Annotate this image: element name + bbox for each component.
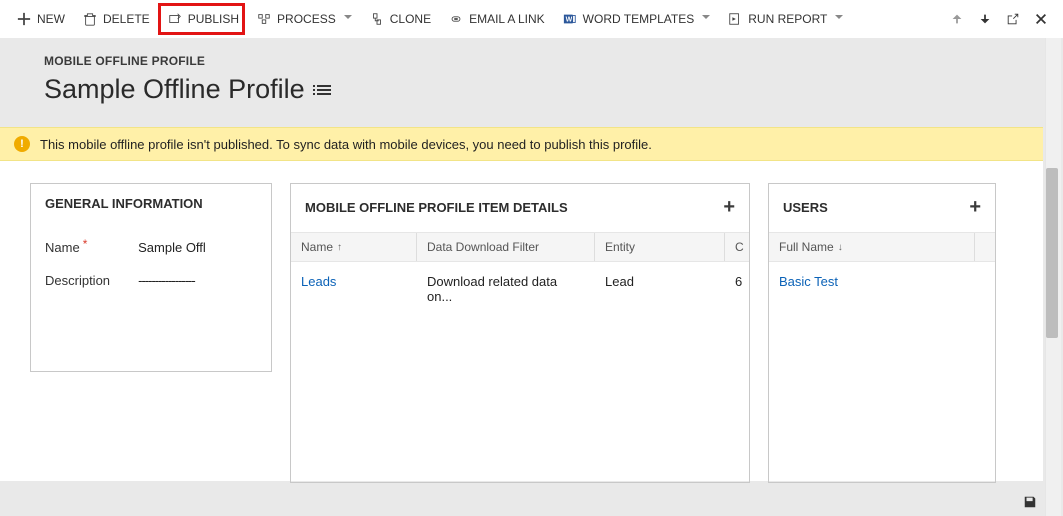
add-user-button[interactable]: + — [969, 196, 981, 219]
title-menu-icon[interactable] — [317, 85, 331, 95]
notification-bar: ! This mobile offline profile isn't publ… — [0, 127, 1043, 161]
report-icon — [728, 12, 742, 26]
scrollbar-thumb[interactable] — [1046, 168, 1058, 338]
delete-button[interactable]: DELETE — [74, 0, 159, 38]
table-row[interactable]: Leads Download related data on... Lead 6 — [291, 262, 749, 316]
items-heading: MOBILE OFFLINE PROFILE ITEM DETAILS — [305, 200, 568, 215]
chevron-down-icon — [344, 15, 352, 23]
scrollbar-track[interactable] — [1045, 38, 1061, 516]
breadcrumb: MOBILE OFFLINE PROFILE — [44, 54, 1063, 68]
item-name-link[interactable]: Leads — [291, 262, 417, 316]
word-icon: W — [563, 12, 577, 26]
nav-down-button[interactable] — [971, 0, 999, 38]
main-area: MOBILE OFFLINE PROFILE Sample Offline Pr… — [0, 38, 1063, 516]
users-table-header: Full Name↓ — [769, 232, 995, 262]
page-title-row: Sample Offline Profile — [44, 74, 1063, 105]
clone-icon — [370, 12, 384, 26]
word-templates-button[interactable]: W WORD TEMPLATES — [554, 0, 720, 38]
sort-desc-icon: ↓ — [838, 242, 843, 253]
header-block: MOBILE OFFLINE PROFILE Sample Offline Pr… — [0, 38, 1063, 105]
name-label: Name — [45, 240, 138, 255]
process-icon — [257, 12, 271, 26]
process-button[interactable]: PROCESS — [248, 0, 361, 38]
clone-button[interactable]: CLONE — [361, 0, 440, 38]
form-content: GENERAL INFORMATION Name Sample Offl Des… — [0, 161, 1043, 481]
notification-text: This mobile offline profile isn't publis… — [40, 137, 652, 152]
process-label: PROCESS — [277, 12, 336, 26]
publish-button[interactable]: PUBLISH — [159, 0, 248, 38]
items-col-entity[interactable]: Entity — [595, 233, 725, 261]
users-panel: USERS + Full Name↓ Basic Test — [768, 183, 996, 483]
trash-icon — [83, 12, 97, 26]
items-table-header: Name↑ Data Download Filter Entity C — [291, 232, 749, 262]
users-heading: USERS — [783, 200, 828, 215]
name-field[interactable]: Sample Offl — [138, 240, 257, 255]
email-link-button[interactable]: EMAIL A LINK — [440, 0, 554, 38]
user-name-link[interactable]: Basic Test — [769, 262, 848, 301]
word-templates-label: WORD TEMPLATES — [583, 12, 695, 26]
warning-icon: ! — [14, 136, 30, 152]
description-field[interactable]: ----------------- — [138, 273, 257, 288]
sort-asc-icon: ↑ — [337, 242, 342, 253]
publish-icon — [168, 12, 182, 26]
popout-button[interactable] — [999, 0, 1027, 38]
chevron-down-icon — [835, 15, 843, 23]
nav-up-button[interactable] — [943, 0, 971, 38]
email-link-label: EMAIL A LINK — [469, 12, 545, 26]
users-col-spacer — [975, 233, 995, 261]
add-item-button[interactable]: + — [723, 196, 735, 219]
new-label: NEW — [37, 12, 65, 26]
plus-icon — [17, 12, 31, 26]
command-bar: NEW DELETE PUBLISH PROCESS CLONE EMAIL A… — [0, 0, 1063, 38]
save-button[interactable] — [1023, 495, 1037, 512]
page-title: Sample Offline Profile — [44, 74, 305, 105]
run-report-button[interactable]: RUN REPORT — [719, 0, 852, 38]
delete-label: DELETE — [103, 12, 150, 26]
description-label: Description — [45, 273, 138, 288]
new-button[interactable]: NEW — [8, 0, 74, 38]
svg-text:W: W — [565, 16, 572, 23]
items-col-filter[interactable]: Data Download Filter — [417, 233, 595, 261]
general-panel: GENERAL INFORMATION Name Sample Offl Des… — [30, 183, 272, 372]
chevron-down-icon — [702, 15, 710, 23]
clone-label: CLONE — [390, 12, 431, 26]
items-col-created[interactable]: C — [725, 233, 745, 261]
table-row[interactable]: Basic Test — [769, 262, 995, 301]
item-created: 6 — [725, 262, 745, 316]
users-col-fullname[interactable]: Full Name↓ — [769, 233, 975, 261]
items-panel: MOBILE OFFLINE PROFILE ITEM DETAILS + Na… — [290, 183, 750, 483]
link-icon — [449, 12, 463, 26]
publish-label: PUBLISH — [188, 12, 239, 26]
run-report-label: RUN REPORT — [748, 12, 827, 26]
item-filter: Download related data on... — [417, 262, 595, 316]
item-entity: Lead — [595, 262, 725, 316]
close-button[interactable] — [1027, 0, 1055, 38]
items-col-name[interactable]: Name↑ — [291, 233, 417, 261]
general-heading: GENERAL INFORMATION — [31, 184, 271, 224]
toolbar-right — [943, 0, 1055, 38]
